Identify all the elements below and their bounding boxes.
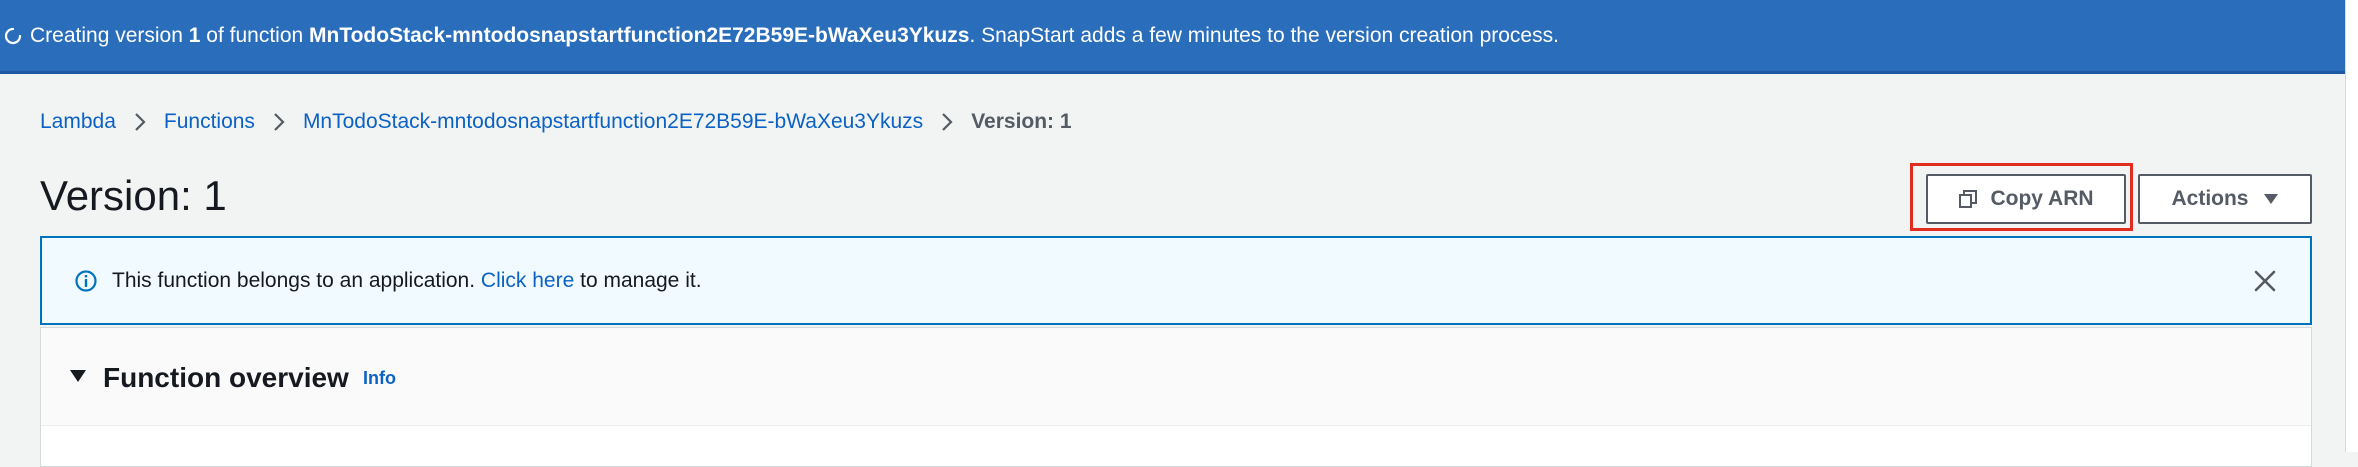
info-link[interactable]: Click here — [481, 269, 574, 292]
function-overview-panel: Function overview Info — [40, 327, 2312, 467]
panel-title[interactable]: Function overview — [103, 362, 349, 394]
flash-version: 1 — [188, 23, 201, 47]
flash-middle: of function — [200, 23, 310, 47]
flash-banner: Creating version 1 of function MnTodoSta… — [0, 0, 2358, 74]
chevron-right-icon — [936, 112, 958, 132]
chevron-right-icon — [129, 112, 151, 132]
info-text-after: to manage it. — [574, 268, 702, 292]
close-icon[interactable] — [2250, 266, 2280, 296]
breadcrumb: Lambda Functions MnTodoStack-mntodosnaps… — [40, 106, 1072, 138]
chevron-right-icon — [268, 112, 290, 132]
right-edge-panel — [2345, 0, 2358, 452]
copy-arn-button[interactable]: Copy ARN — [1926, 174, 2126, 224]
breadcrumb-current: Version: 1 — [971, 110, 1072, 133]
panel-info-link[interactable]: Info — [363, 368, 396, 389]
info-message: This function belongs to an application.… — [112, 269, 702, 293]
copy-icon — [1958, 189, 1978, 209]
flash-message: Creating version 1 of function MnTodoSta… — [30, 24, 1559, 48]
breadcrumb-function[interactable]: MnTodoStack-mntodosnapstartfunction2E72B… — [303, 110, 923, 134]
caret-down-icon — [2263, 193, 2279, 205]
flash-suffix: . SnapStart adds a few minutes to the ve… — [969, 23, 1559, 47]
info-text-before: This function belongs to an application. — [112, 268, 481, 292]
flash-prefix: Creating version — [30, 23, 189, 47]
spinner-icon — [4, 27, 22, 45]
actions-label: Actions — [2171, 187, 2249, 210]
breadcrumb-lambda[interactable]: Lambda — [40, 110, 116, 134]
flash-function-name: MnTodoStack-mntodosnapstartfunction2E72B… — [309, 23, 970, 47]
panel-header: Function overview Info — [41, 328, 2311, 426]
caret-down-filled-icon[interactable] — [69, 369, 87, 383]
info-alert: This function belongs to an application.… — [40, 236, 2312, 325]
page-title: Version: 1 — [40, 172, 227, 219]
info-icon — [74, 269, 98, 293]
actions-button[interactable]: Actions — [2138, 174, 2312, 224]
breadcrumb-functions[interactable]: Functions — [164, 110, 255, 134]
copy-arn-label: Copy ARN — [1990, 187, 2094, 210]
